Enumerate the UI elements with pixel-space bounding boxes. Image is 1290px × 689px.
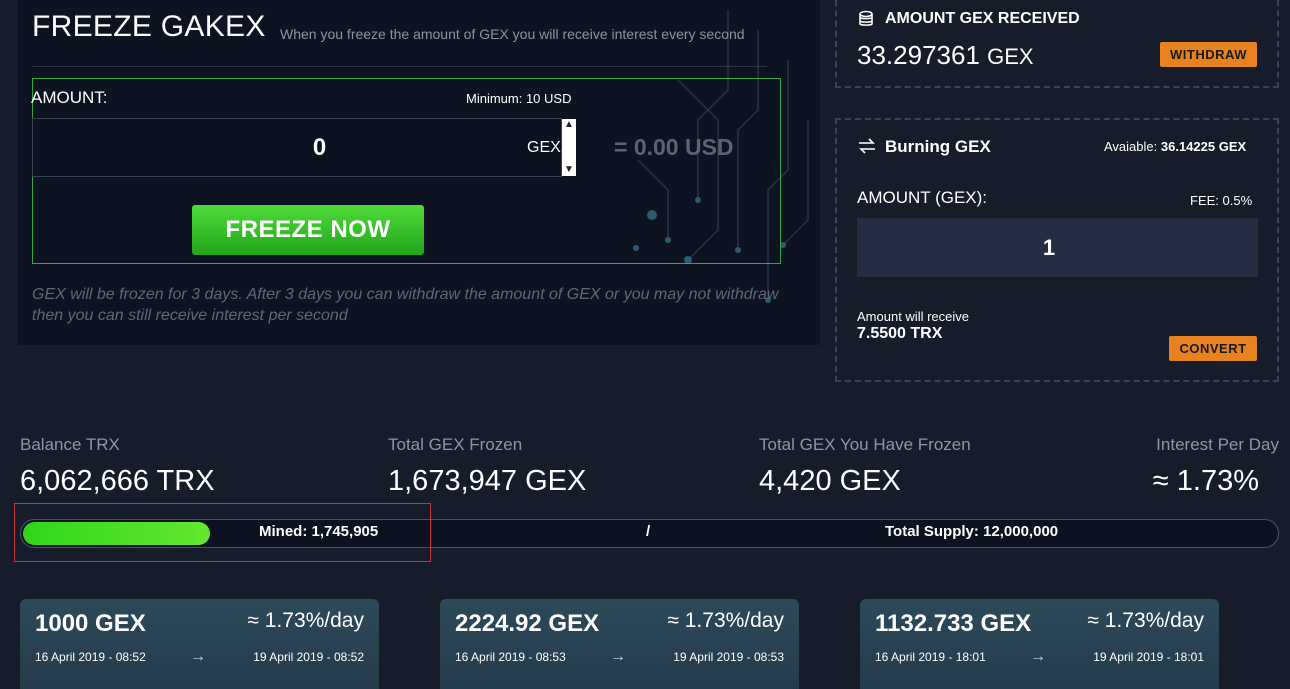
receive-value: 7.5500 TRX	[857, 325, 943, 342]
amount-label: AMOUNT:	[31, 88, 108, 107]
freeze-card: 2224.92 GEX ≈ 1.73%/day 16 April 2019 - …	[440, 599, 799, 689]
amount-unit: GEX	[527, 139, 561, 156]
coins-icon	[859, 10, 873, 26]
freeze-card: 1000 GEX ≈ 1.73%/day 16 April 2019 - 08:…	[20, 599, 379, 689]
minimum-label: Minimum: 10 USD	[466, 91, 572, 106]
stat-value-you-frozen: 4,420 GEX	[759, 465, 901, 497]
arrow-right-icon: →	[1030, 648, 1046, 665]
card-amount: 1000 GEX	[35, 610, 146, 637]
freeze-now-button[interactable]: FREEZE NOW	[192, 205, 424, 255]
available-balance: Avaiable: 36.14225 GEX	[1104, 139, 1246, 154]
burn-amount-label: AMOUNT (GEX):	[857, 188, 988, 207]
card-rate: ≈ 1.73%/day	[667, 609, 784, 632]
card-start-date: 16 April 2019 - 08:52	[35, 650, 146, 664]
freeze-subtitle: When you freeze the amount of GEX you wi…	[280, 26, 745, 42]
stat-label-you-frozen: Total GEX You Have Frozen	[759, 435, 971, 454]
card-end-date: 19 April 2019 - 08:53	[673, 650, 784, 664]
stat-value-total-frozen: 1,673,947 GEX	[388, 465, 587, 497]
receive-label: Amount will receive	[857, 309, 969, 324]
title-divider	[32, 66, 767, 67]
card-rate: ≈ 1.73%/day	[247, 609, 364, 632]
card-start-date: 16 April 2019 - 18:01	[875, 650, 986, 664]
withdraw-button[interactable]: WITHDRAW	[1160, 42, 1257, 67]
card-start-date: 16 April 2019 - 08:53	[455, 650, 566, 664]
received-unit: GEX	[987, 44, 1034, 69]
card-amount: 2224.92 GEX	[455, 610, 600, 637]
card-rate: ≈ 1.73%/day	[1087, 609, 1204, 632]
card-end-date: 19 April 2019 - 18:01	[1093, 650, 1204, 664]
stepper-down-icon[interactable]: ▼	[564, 164, 574, 176]
progress-separator: /	[646, 523, 651, 540]
fee-label: FEE: 0.5%	[1190, 193, 1253, 208]
stat-label-interest: Interest Per Day	[1156, 435, 1279, 454]
amount-stepper[interactable]: ▲ ▼	[562, 119, 576, 176]
freeze-amount-value: 0	[312, 134, 327, 161]
convert-button[interactable]: CONVERT	[1169, 336, 1257, 361]
swap-arrows-icon	[859, 138, 875, 154]
highlight-box	[14, 503, 431, 562]
freeze-title: FREEZE GAKEX	[32, 10, 266, 43]
freeze-card: 1132.733 GEX ≈ 1.73%/day 16 April 2019 -…	[860, 599, 1219, 689]
received-title: AMOUNT GEX RECEIVED	[885, 10, 1080, 27]
card-amount: 1132.733 GEX	[875, 610, 1032, 637]
available-label: Avaiable:	[1104, 139, 1158, 154]
total-supply-label: Total Supply: 12,000,000	[885, 523, 1059, 540]
arrow-right-icon: →	[610, 648, 626, 665]
usd-equivalent: = 0.00 USD	[614, 134, 734, 160]
received-value: 33.297361 GEX	[857, 40, 1034, 71]
arrow-right-icon: →	[190, 648, 206, 665]
stat-value-interest: ≈ 1.73%	[1152, 465, 1259, 497]
stat-value-balance: 6,062,666 TRX	[20, 465, 215, 497]
freeze-note: GEX will be frozen for 3 days. After 3 d…	[32, 286, 779, 324]
stepper-up-icon[interactable]: ▲	[564, 119, 574, 131]
card-end-date: 19 April 2019 - 08:52	[253, 650, 364, 664]
stat-label-balance: Balance TRX	[20, 435, 120, 454]
received-amount: 33.297361	[857, 40, 980, 70]
available-value: 36.14225 GEX	[1160, 139, 1247, 154]
burning-title: Burning GEX	[885, 137, 991, 156]
burn-amount-value: 1	[1042, 235, 1056, 260]
stat-label-total-frozen: Total GEX Frozen	[388, 435, 523, 454]
